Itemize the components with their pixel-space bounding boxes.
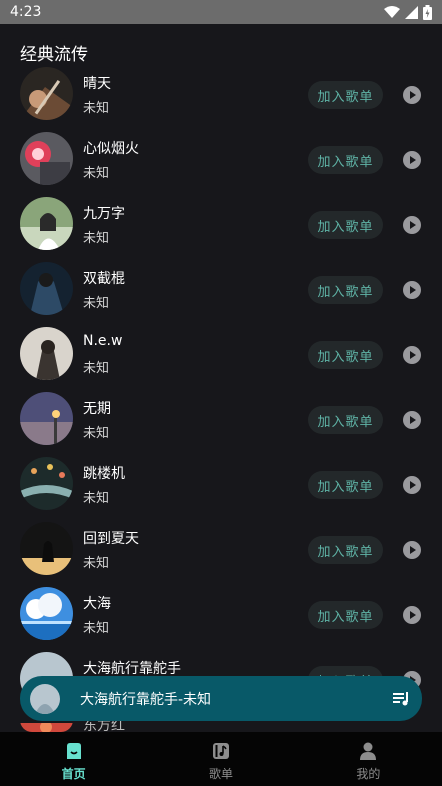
nav-label: 首页: [61, 767, 86, 781]
song-row[interactable]: 心似烟火 未知 加入歌单: [0, 127, 442, 192]
song-cover: [20, 327, 73, 380]
song-title: 九万字: [83, 206, 125, 222]
signal-icon: [405, 5, 418, 19]
song-cover: [20, 457, 73, 510]
song-cover: [20, 197, 73, 250]
song-title: 东方红: [83, 720, 125, 732]
song-row[interactable]: 双截棍 未知 加入歌单: [0, 257, 442, 322]
song-artist: 未知: [83, 101, 110, 116]
song-artist: 未知: [83, 491, 110, 506]
wifi-icon: [384, 5, 400, 18]
nav-home[interactable]: 首页: [0, 732, 147, 786]
now-playing-title: 大海航行靠舵手-未知: [80, 691, 212, 708]
nav-label: 我的: [356, 767, 381, 781]
song-row[interactable]: 回到夏天 未知 加入歌单: [0, 517, 442, 582]
play-icon[interactable]: [403, 151, 421, 169]
add-to-playlist-button[interactable]: 加入歌单: [308, 536, 383, 564]
add-to-playlist-button[interactable]: 加入歌单: [308, 211, 383, 239]
play-icon[interactable]: [403, 476, 421, 494]
add-to-playlist-button[interactable]: 加入歌单: [308, 146, 383, 174]
add-to-playlist-button[interactable]: 加入歌单: [308, 276, 383, 304]
song-title: N.e.w: [83, 333, 123, 349]
song-artist: 未知: [83, 231, 110, 246]
song-cover: [20, 522, 73, 575]
status-bar: 4:23: [0, 0, 442, 24]
song-cover: [20, 587, 73, 640]
play-icon[interactable]: [403, 606, 421, 624]
song-artist: 未知: [83, 556, 110, 571]
profile-icon: [360, 742, 377, 760]
song-row[interactable]: N.e.w 未知 加入歌单: [0, 322, 442, 387]
mini-player[interactable]: 大海航行靠舵手-未知: [20, 676, 422, 721]
song-row[interactable]: 晴天 未知 加入歌单: [0, 62, 442, 127]
now-playing-cover: [30, 683, 60, 714]
add-to-playlist-button[interactable]: 加入歌单: [308, 341, 383, 369]
song-cover: [20, 392, 73, 445]
playlist-icon[interactable]: [390, 688, 412, 710]
song-title: 双截棍: [83, 271, 125, 287]
song-title: 无期: [83, 401, 111, 417]
song-artist: 未知: [83, 361, 110, 376]
song-title: 跳楼机: [83, 466, 125, 482]
song-list: 晴天 未知 加入歌单 心似烟火 未知 加入歌单 九万字 未知 加入歌单 双截棍 …: [0, 62, 442, 712]
song-row[interactable]: 无期 未知 加入歌单: [0, 387, 442, 452]
add-to-playlist-button[interactable]: 加入歌单: [308, 601, 383, 629]
bottom-nav: 首页 歌单 我的: [0, 732, 442, 786]
nav-label: 歌单: [208, 767, 233, 781]
song-title: 大海: [83, 596, 111, 612]
play-icon[interactable]: [403, 411, 421, 429]
song-title: 回到夏天: [83, 531, 139, 547]
song-cover: [20, 67, 73, 120]
song-row[interactable]: 九万字 未知 加入歌单: [0, 192, 442, 257]
song-title: 晴天: [83, 76, 111, 92]
add-to-playlist-button[interactable]: 加入歌单: [308, 471, 383, 499]
song-title: 心似烟火: [83, 141, 139, 157]
home-icon: [66, 743, 81, 759]
add-to-playlist-button[interactable]: 加入歌单: [308, 81, 383, 109]
song-artist: 未知: [83, 166, 110, 181]
play-icon[interactable]: [403, 86, 421, 104]
song-artist: 未知: [83, 621, 110, 636]
play-icon[interactable]: [403, 216, 421, 234]
add-to-playlist-button[interactable]: 加入歌单: [308, 406, 383, 434]
status-time: 4:23: [10, 4, 42, 20]
song-cover: [20, 720, 73, 732]
nav-playlist[interactable]: 歌单: [147, 732, 294, 786]
playlist-icon: [212, 743, 229, 759]
song-artist: 未知: [83, 426, 110, 441]
song-row[interactable]: 跳楼机 未知 加入歌单: [0, 452, 442, 517]
play-icon[interactable]: [403, 541, 421, 559]
song-artist: 未知: [83, 296, 110, 311]
battery-icon: [423, 4, 432, 20]
play-icon[interactable]: [403, 281, 421, 299]
song-row[interactable]: 大海 未知 加入歌单: [0, 582, 442, 647]
song-cover: [20, 132, 73, 185]
song-title: 大海航行靠舵手: [83, 661, 181, 677]
song-cover: [20, 262, 73, 315]
play-icon[interactable]: [403, 346, 421, 364]
nav-profile[interactable]: 我的: [295, 732, 442, 786]
